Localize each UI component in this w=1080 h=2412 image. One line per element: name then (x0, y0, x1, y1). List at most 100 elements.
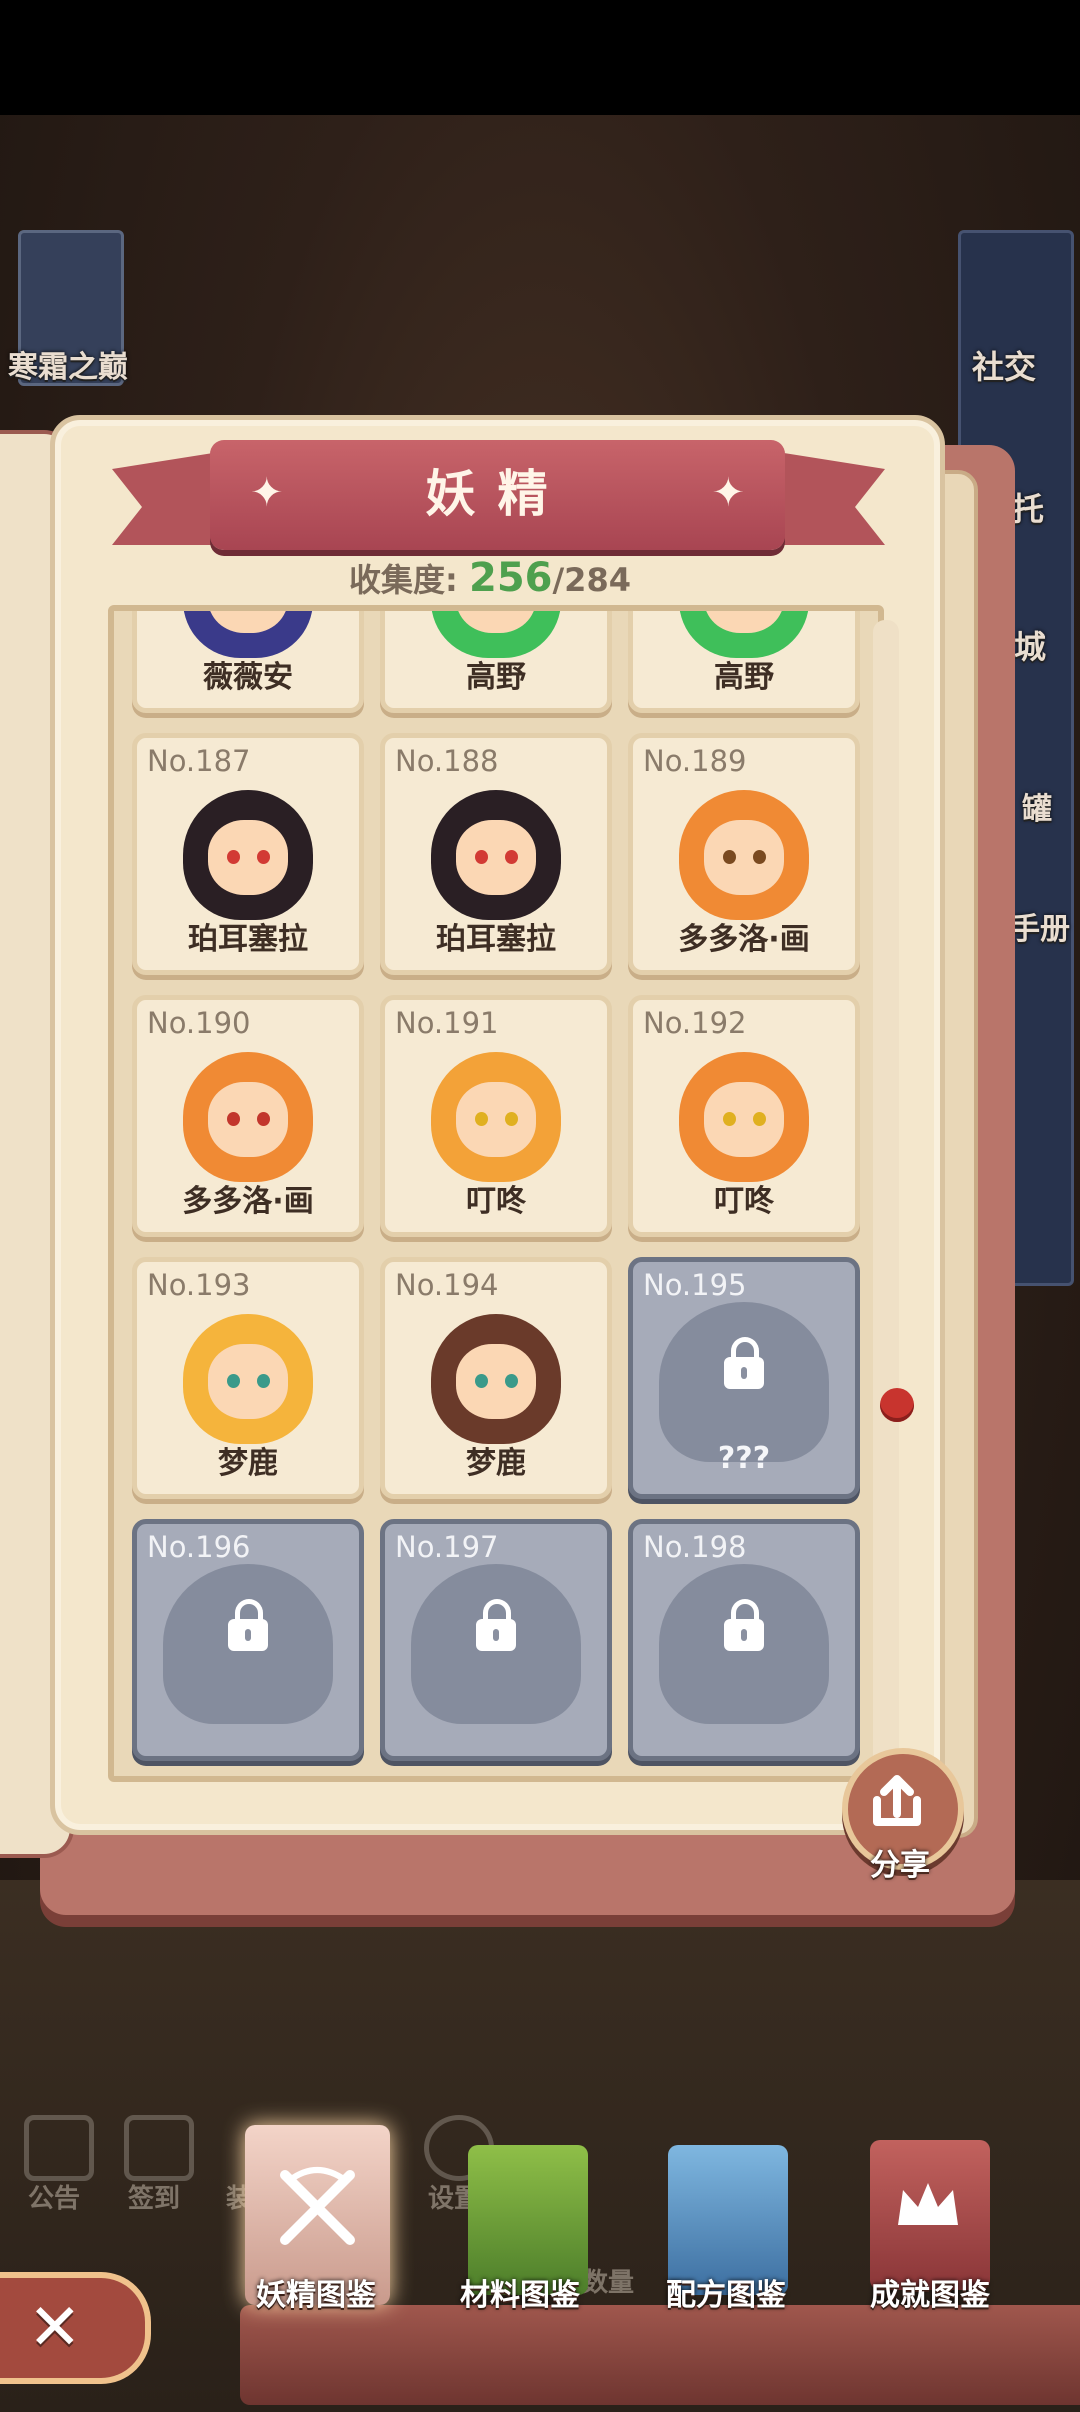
left-location-label: 寒霜之巅 (8, 350, 128, 385)
fairy-card[interactable]: No.190 多多洛·画 (132, 995, 364, 1237)
nav-label-fairy[interactable]: 妖精图鉴 (216, 2270, 416, 2314)
locked-fairy-card[interactable]: No.195??? (628, 1257, 860, 1499)
fairy-card-number: No.189 (643, 744, 747, 778)
fairy-card-name: 高野 (466, 660, 526, 695)
fairy-card[interactable]: No.193 梦鹿 (132, 1257, 364, 1499)
fairy-portrait (679, 790, 809, 920)
portrait-face (704, 611, 784, 633)
collection-progress: 收集度: 256/284 (280, 555, 700, 601)
fairy-card-name: 高野 (714, 660, 774, 695)
fairy-card-grid[interactable]: 薇薇安 高野 高野 No.187 珀耳塞拉 No.188 珀耳塞拉 No.189 多多洛·画 No… (108, 605, 884, 1782)
notice-icon (24, 2115, 94, 2181)
fairy-card[interactable]: No.189 多多洛·画 (628, 733, 860, 975)
fairy-card-name: 多多洛·画 (678, 922, 810, 957)
fairy-card[interactable]: 薇薇安 (132, 611, 364, 713)
fairy-card-number: No.196 (147, 1530, 251, 1564)
fairy-card-name: 叮咚 (714, 1184, 774, 1219)
nav-label-material[interactable]: 材料图鉴 (420, 2270, 620, 2314)
portrait-eye-left (723, 1112, 736, 1126)
lock-icon (724, 1337, 764, 1389)
portrait-face (456, 1344, 536, 1419)
portrait-eye-right (257, 850, 270, 864)
crown-icon (898, 2183, 958, 2225)
fairy-card[interactable]: No.191 叮咚 (380, 995, 612, 1237)
sparkle-icon-right: ✦ (711, 470, 745, 516)
fairy-card-number: No.187 (147, 744, 251, 778)
locked-fairy-card[interactable]: No.196 (132, 1519, 364, 1761)
crossed-wings-icon (280, 2167, 355, 2245)
portrait-face (704, 1082, 784, 1157)
portrait-eye-left (227, 1374, 240, 1388)
fairy-card[interactable]: 高野 (380, 611, 612, 713)
commission-label[interactable]: 托 (1012, 484, 1044, 530)
checkin-label: 签到 (128, 2184, 181, 2214)
jar-label[interactable]: 罐 (1022, 784, 1052, 828)
portrait-face (704, 820, 784, 895)
fairy-card-name: 梦鹿 (466, 1446, 526, 1481)
fairy-portrait (679, 611, 809, 658)
fairy-card[interactable]: No.187 珀耳塞拉 (132, 733, 364, 975)
fairy-card[interactable]: No.192 叮咚 (628, 995, 860, 1237)
lock-icon (724, 1599, 764, 1651)
portrait-face (208, 1344, 288, 1419)
fairy-card-number: No.195 (643, 1268, 747, 1302)
portrait-eye-right (257, 1374, 270, 1388)
locked-fairy-card[interactable]: No.197 (380, 1519, 612, 1761)
portrait-face (456, 820, 536, 895)
close-button[interactable]: ✕ (0, 2272, 151, 2384)
portrait-face (208, 1082, 288, 1157)
fairy-portrait (431, 1052, 561, 1182)
fairy-card-name: 珀耳塞拉 (188, 922, 308, 957)
fairy-card-name: 叮咚 (466, 1184, 526, 1219)
notice-label: 公告 (28, 2184, 81, 2214)
fairy-card-name: 多多洛·画 (182, 1184, 314, 1219)
fairy-card-name: 珀耳塞拉 (436, 922, 556, 957)
fairy-card-number: No.190 (147, 1006, 251, 1040)
fairy-card-name: 梦鹿 (218, 1446, 278, 1481)
fairy-card-number: No.194 (395, 1268, 499, 1302)
fairy-card-number: No.191 (395, 1006, 499, 1040)
fairy-card[interactable]: No.194 梦鹿 (380, 1257, 612, 1499)
portrait-face (456, 611, 536, 633)
fairy-card-name: 薇薇安 (203, 660, 293, 695)
portrait-eye-right (257, 1112, 270, 1126)
portrait-eye-left (227, 1112, 240, 1126)
bottom-nav-shelf (240, 2305, 1080, 2405)
city-label[interactable]: 城 (1014, 622, 1046, 668)
handbook-label[interactable]: 手册 (1010, 904, 1070, 948)
portrait-eye-right (753, 850, 766, 864)
fairy-portrait (431, 611, 561, 658)
fairy-portrait (431, 1314, 561, 1444)
portrait-eye-right (505, 850, 518, 864)
portrait-eye-right (505, 1374, 518, 1388)
title-ribbon: ✦ 妖精 ✦ (210, 440, 785, 550)
fairy-card-number: No.188 (395, 744, 499, 778)
collection-label: 收集度: (349, 561, 458, 599)
fairy-portrait (679, 1052, 809, 1182)
portrait-eye-right (753, 1112, 766, 1126)
lock-icon (476, 1599, 516, 1651)
fairy-portrait (431, 790, 561, 920)
fairy-card[interactable]: 高野 (628, 611, 860, 713)
portrait-eye-right (505, 1112, 518, 1126)
checkin-icon (124, 2115, 194, 2181)
lock-icon (228, 1599, 268, 1651)
fairy-portrait (183, 1314, 313, 1444)
nav-label-recipe[interactable]: 配方图鉴 (626, 2270, 826, 2314)
scroll-ladybug-thumb[interactable] (880, 1388, 914, 1422)
locked-fairy-card[interactable]: No.198 (628, 1519, 860, 1761)
portrait-face (208, 820, 288, 895)
fairy-card-number: No.197 (395, 1530, 499, 1564)
grid-scrollbar[interactable] (873, 620, 899, 1770)
portrait-eye-left (723, 850, 736, 864)
fairy-card-name: ??? (717, 1441, 771, 1476)
social-label[interactable]: 社交 (972, 342, 1036, 388)
portrait-eye-left (227, 850, 240, 864)
status-bar (0, 0, 1080, 115)
nav-label-achievement[interactable]: 成就图鉴 (830, 2270, 1030, 2314)
fairy-card[interactable]: No.188 珀耳塞拉 (380, 733, 612, 975)
portrait-eye-left (475, 1374, 488, 1388)
share-icon (873, 1775, 921, 1826)
collection-total: /284 (552, 561, 631, 599)
portrait-face (208, 611, 288, 633)
